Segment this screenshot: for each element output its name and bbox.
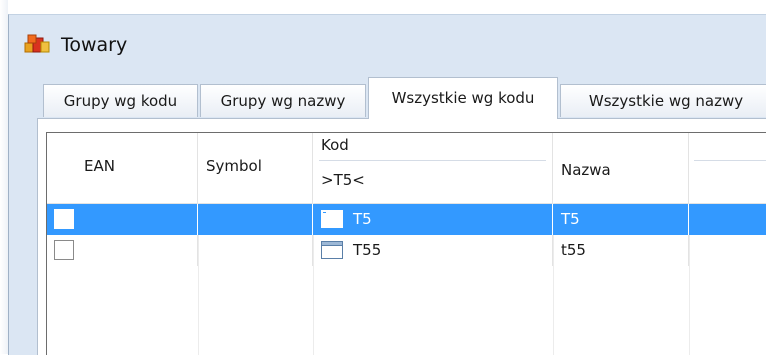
grid-header: EAN Symbol Kod >T5< Nazwa <box>47 133 766 204</box>
kod-filter-value[interactable]: >T5< <box>321 171 365 189</box>
title-bar: Towary <box>9 15 766 71</box>
row-checkbox[interactable] <box>54 240 74 260</box>
window-item-icon <box>321 241 343 259</box>
tab-wszystkie-wg-nazwy[interactable]: Wszystkie wg nazwy <box>560 84 766 117</box>
product-boxes-icon <box>24 34 50 53</box>
column-header-nazwa[interactable]: Nazwa <box>553 133 766 203</box>
symbol-cell[interactable] <box>198 235 313 266</box>
tab-content-panel: EAN Symbol Kod >T5< Nazwa T5 T5 T55 t55 <box>37 118 766 355</box>
nazwa-cell[interactable]: t55 <box>553 235 689 266</box>
column-header-ean[interactable]: EAN <box>47 133 198 203</box>
products-grid: EAN Symbol Kod >T5< Nazwa T5 T5 T55 t55 <box>46 132 766 355</box>
tab-grupy-wg-nazwy[interactable]: Grupy wg nazwy <box>200 84 366 117</box>
symbol-cell[interactable] <box>198 204 313 235</box>
column-label-kod: Kod <box>321 136 349 154</box>
column-label-ean: EAN <box>84 157 115 175</box>
kod-cell[interactable]: T5 <box>313 204 553 235</box>
next-column-divider <box>694 160 766 161</box>
kod-cell[interactable]: T55 <box>313 235 553 266</box>
towary-window: Towary Grupy wg kodu Grupy wg nazwy Wszy… <box>8 14 766 355</box>
nazwa-cell[interactable]: T5 <box>553 204 689 235</box>
table-row[interactable]: T5 T5 <box>47 204 766 235</box>
nazwa-value: T5 <box>561 210 580 228</box>
window-item-icon <box>321 210 343 228</box>
table-row[interactable]: T55 t55 <box>47 235 766 266</box>
tab-wszystkie-wg-kodu[interactable]: Wszystkie wg kodu <box>368 77 558 119</box>
ean-cell[interactable] <box>47 235 198 266</box>
window-title: Towary <box>61 34 128 56</box>
column-label-nazwa: Nazwa <box>561 161 611 179</box>
tab-strip: Grupy wg kodu Grupy wg nazwy Wszystkie w… <box>37 77 766 119</box>
kod-value: T5 <box>353 210 372 228</box>
kod-filter-divider <box>319 160 546 161</box>
nazwa-value: t55 <box>561 241 586 259</box>
ean-cell[interactable] <box>47 204 198 235</box>
column-header-symbol[interactable]: Symbol <box>198 133 313 203</box>
tab-grupy-wg-kodu[interactable]: Grupy wg kodu <box>43 84 198 117</box>
column-header-kod[interactable]: Kod >T5< <box>313 133 553 203</box>
row-checkbox[interactable] <box>54 209 74 229</box>
kod-value: T55 <box>353 241 382 259</box>
column-label-symbol: Symbol <box>206 157 262 175</box>
left-edge <box>0 0 8 354</box>
